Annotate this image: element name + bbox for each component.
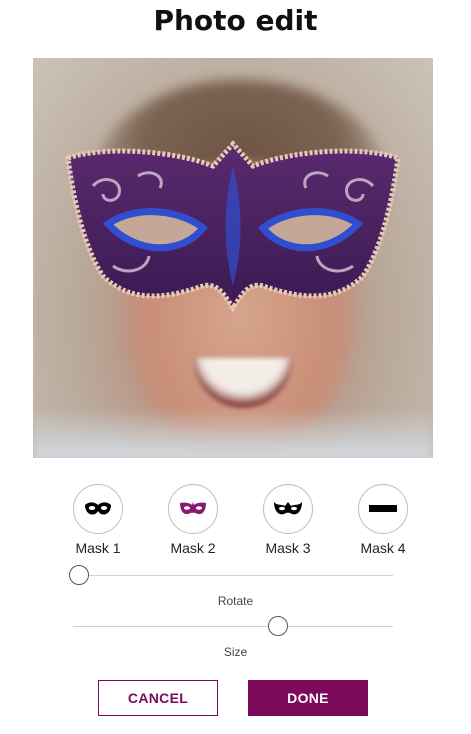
mask-option-3[interactable]: Mask 3 [243,484,333,556]
mask-option-circle[interactable] [263,484,313,534]
cancel-button[interactable]: CANCEL [98,680,218,716]
mask-label: Mask 2 [170,540,216,556]
rotate-label: Rotate [217,594,254,608]
slider-track[interactable] [73,626,393,627]
photo-canvas[interactable] [33,58,433,458]
venetian-mask-icon [180,502,206,515]
mask-label: Mask 4 [360,540,406,556]
size-slider[interactable] [73,616,393,638]
done-button[interactable]: DONE [248,680,368,716]
rotate-slider[interactable] [69,565,393,587]
mask-option-1[interactable]: Mask 1 [53,484,143,556]
slider-thumb[interactable] [69,565,90,585]
size-label: Size [223,645,248,659]
mask-option-circle[interactable] [168,484,218,534]
ornate-mask-icon [274,502,302,515]
slider-track[interactable] [73,575,393,576]
page-title: Photo edit [153,4,318,37]
mask-selector: Mask 1 Mask 2 Mask 3 Mask 4 [0,484,471,564]
venetian-mask-overlay[interactable] [63,136,403,316]
photo-shirt [33,408,433,458]
mask-label: Mask 3 [265,540,311,556]
mask-option-circle[interactable] [358,484,408,534]
censor-bar-icon [369,505,397,512]
mask-option-4[interactable]: Mask 4 [338,484,428,556]
mask-label: Mask 1 [75,540,121,556]
mask-option-2[interactable]: Mask 2 [148,484,238,556]
eye-mask-icon [85,502,111,515]
slider-thumb[interactable] [267,616,288,636]
mask-option-circle[interactable] [73,484,123,534]
